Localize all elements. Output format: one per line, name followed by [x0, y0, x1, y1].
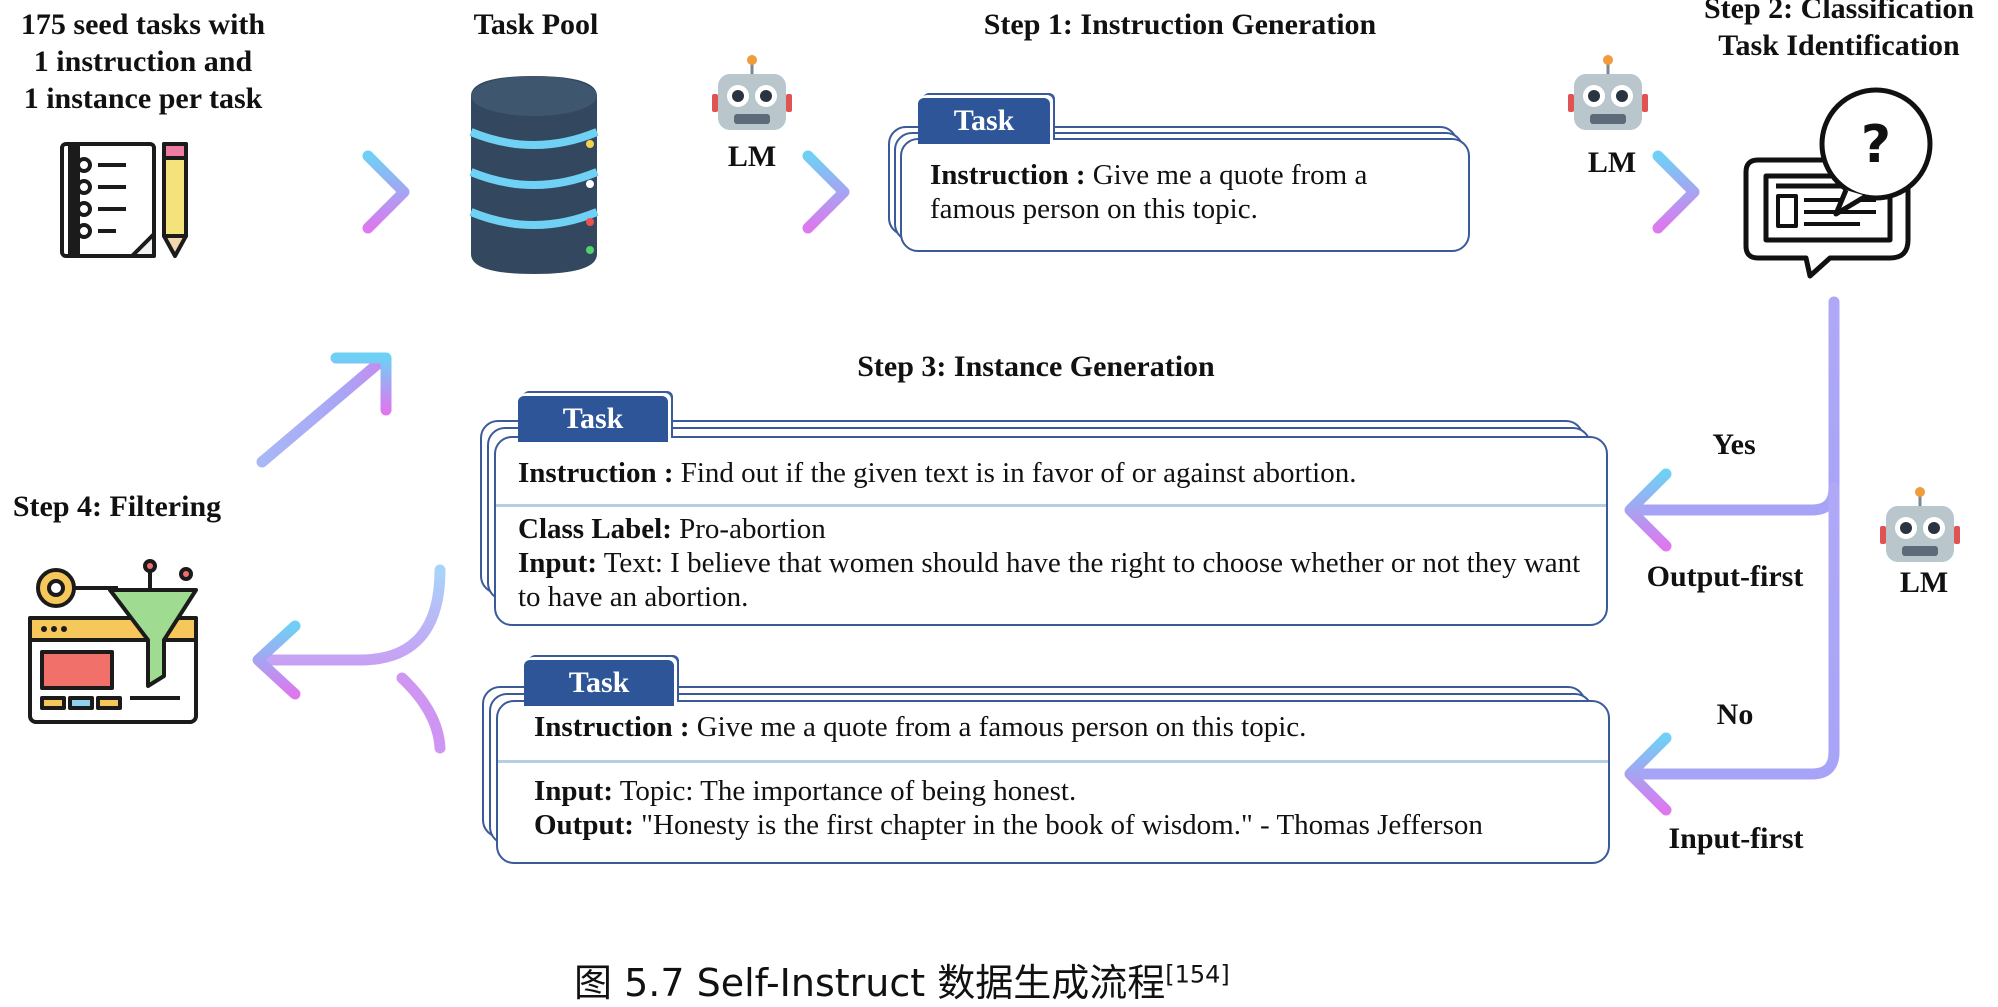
lm-label: LM — [727, 140, 777, 173]
lm-label: LM — [1899, 566, 1949, 599]
question-mark-icon: ? — [1861, 115, 1891, 175]
input-first-output: Output: "Honesty is the first chapter in… — [534, 808, 1594, 842]
arrow-cards-to-filter — [252, 564, 446, 754]
instruction-text: Find out if the given text is in favor o… — [680, 457, 1357, 489]
robot-icon — [712, 55, 792, 130]
output-text: "Honesty is the first chapter in the boo… — [641, 809, 1483, 841]
branch-yes-label: Yes — [1712, 428, 1756, 461]
step1-instruction: Instruction : Give me a quote from a fam… — [930, 158, 1450, 226]
input-key: Input: — [534, 775, 613, 807]
classification-monitor-icon — [1743, 87, 1933, 279]
caption-text: 图 5.7 Self-Instruct 数据生成流程 — [574, 961, 1166, 1005]
branch-no-label: No — [1716, 698, 1754, 731]
branch-output-first-label: Output-first — [1646, 560, 1804, 593]
step2-line-1: Step 2: Classification — [1704, 0, 1974, 25]
robot-icon — [1568, 55, 1648, 130]
card-divider — [496, 504, 1606, 507]
arrow-seed-to-pool — [234, 150, 410, 234]
input-first-task-tab: Task — [524, 660, 674, 706]
instruction-key: Instruction : — [534, 711, 690, 743]
input-first-input: Input: Topic: The importance of being ho… — [534, 774, 1594, 808]
step1-card: Instruction : Give me a quote from a fam… — [900, 138, 1470, 252]
seed-line-2: 1 instruction and — [33, 45, 253, 78]
output-first-card: Instruction : Find out if the given text… — [494, 436, 1608, 626]
instruction-key: Instruction : — [930, 159, 1086, 191]
output-key: Output: — [534, 809, 634, 841]
output-first-instruction: Instruction : Find out if the given text… — [518, 456, 1588, 490]
seed-line-3: 1 instance per task — [23, 82, 263, 115]
input-first-card: Instruction : Give me a quote from a fam… — [496, 700, 1610, 864]
class-label-value: Pro-abortion — [679, 513, 826, 545]
task-pool-title: Task Pool — [473, 8, 599, 41]
robot-icon — [1880, 487, 1960, 562]
step1-task-tab: Task — [918, 98, 1050, 144]
caption-reference: [154] — [1165, 960, 1230, 989]
input-first-instruction: Instruction : Give me a quote from a fam… — [534, 710, 1594, 744]
database-icon — [469, 76, 599, 274]
figure-caption: 图 5.7 Self-Instruct 数据生成流程[154] — [574, 952, 1230, 1007]
instruction-text: Give me a quote from a famous person on … — [696, 711, 1307, 743]
seed-tasks-label: 175 seed tasks with 1 instruction and 1 … — [0, 6, 286, 117]
output-first-class-label: Class Label: Pro-abortion — [518, 512, 1588, 546]
input-key: Input: — [518, 547, 597, 579]
lm-label: LM — [1587, 146, 1637, 179]
step4-title: Step 4: Filtering — [12, 490, 222, 523]
output-first-task-tab: Task — [518, 396, 668, 442]
class-label-key: Class Label: — [518, 513, 672, 545]
seed-line-1: 175 seed tasks with — [20, 8, 266, 41]
step1-title: Step 1: Instruction Generation — [983, 8, 1377, 41]
input-text: Topic: The importance of being honest. — [619, 775, 1077, 807]
branch-input-first-label: Input-first — [1668, 822, 1804, 855]
step2-line-2: Task Identification — [1718, 29, 1960, 62]
checklist-icon — [60, 142, 188, 258]
input-text: Text: I believe that women should have t… — [518, 547, 1581, 613]
instruction-key: Instruction : — [518, 457, 674, 489]
arrow-filter-to-pool — [256, 352, 392, 468]
filter-funnel-icon — [28, 559, 198, 724]
output-first-input: Input: Text: I believe that women should… — [518, 546, 1588, 614]
card-divider — [498, 760, 1608, 763]
step2-title: Step 2: Classification Task Identificati… — [1680, 0, 1998, 64]
step3-title: Step 3: Instance Generation — [857, 350, 1215, 383]
